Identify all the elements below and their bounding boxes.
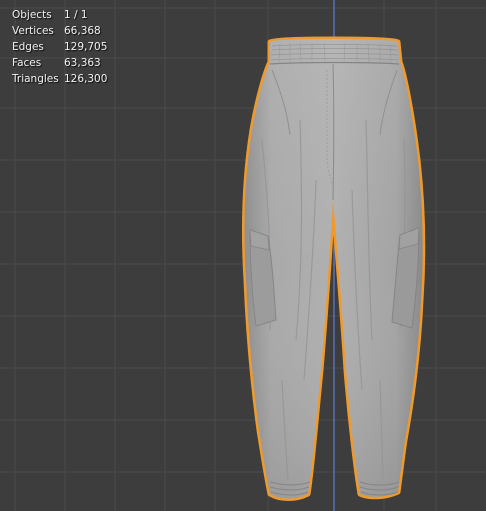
stat-label: Vertices <box>12 25 54 37</box>
stat-value: 129,705 <box>64 41 108 53</box>
stat-row-vertices: Vertices 66,368 <box>12 23 107 39</box>
stat-value: 126,300 <box>64 73 108 85</box>
3d-viewport[interactable]: Objects 1 / 1 Vertices 66,368 Edges 129,… <box>0 0 486 511</box>
stat-row-edges: Edges 129,705 <box>12 39 107 55</box>
stat-row-triangles: Triangles 126,300 <box>12 71 107 87</box>
stat-label: Edges <box>12 41 44 53</box>
stat-label: Triangles <box>12 73 59 85</box>
statistics-overlay: Objects 1 / 1 Vertices 66,368 Edges 129,… <box>12 7 107 87</box>
stat-label: Faces <box>12 57 42 69</box>
stat-row-objects: Objects 1 / 1 <box>12 7 107 23</box>
stat-value: 66,368 <box>64 25 101 37</box>
stat-row-faces: Faces 63,363 <box>12 55 107 71</box>
stat-value: 1 / 1 <box>64 9 88 21</box>
stat-label: Objects <box>12 9 52 21</box>
stat-value: 63,363 <box>64 57 101 69</box>
